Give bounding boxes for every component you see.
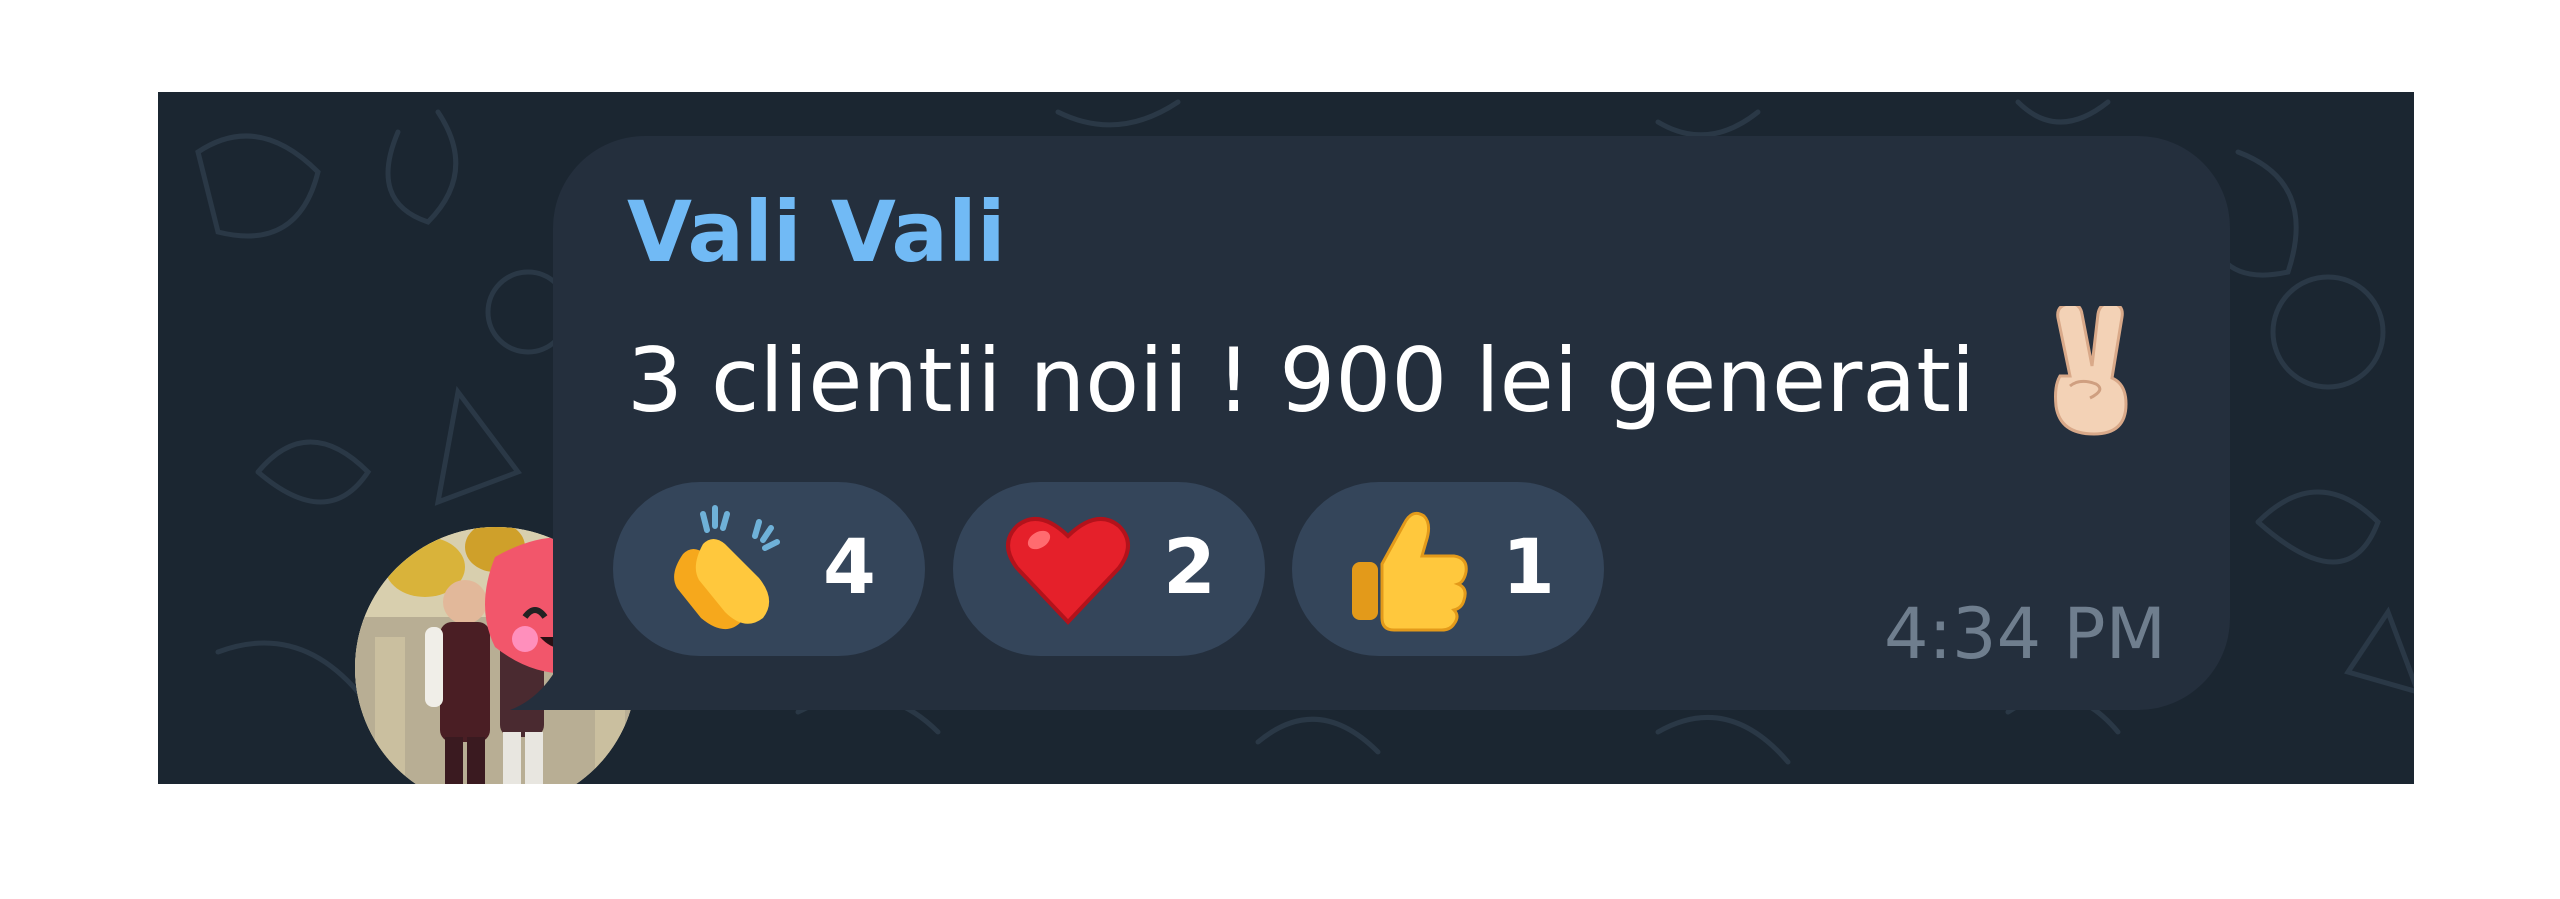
sender-name[interactable]: Vali Vali — [627, 182, 1006, 282]
reaction-count: 1 — [1502, 522, 1555, 611]
clapping-hands-icon — [674, 505, 780, 630]
chat-background: Vali Vali 3 clientii noii ! 900 lei gene… — [158, 92, 2414, 784]
reaction-heart[interactable]: 2 — [953, 482, 1265, 656]
reaction-thumbs-up[interactable]: 1 — [1292, 482, 1604, 656]
thumbs-up-icon — [1352, 511, 1468, 632]
reaction-count: 4 — [823, 522, 876, 611]
message-text: 3 clientii noii ! 900 lei generati — [627, 329, 1976, 432]
red-heart-icon — [1006, 516, 1130, 625]
message-timestamp: 4:34 PM — [1883, 593, 2166, 675]
reaction-clap[interactable]: 4 — [613, 482, 925, 656]
victory-hand-icon — [2054, 306, 2128, 436]
reaction-count: 2 — [1163, 522, 1216, 611]
